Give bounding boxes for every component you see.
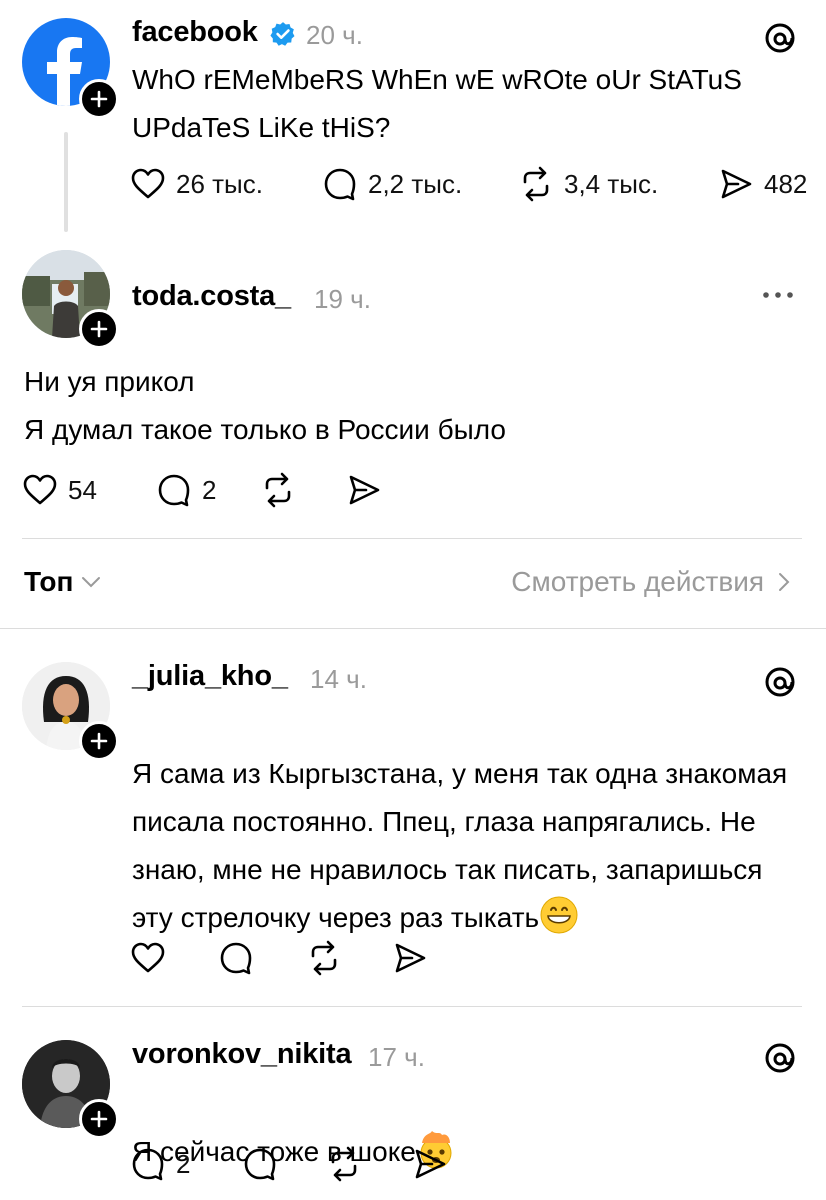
divider [22, 1006, 802, 1007]
send-icon [349, 475, 380, 505]
verified-badge-icon [270, 22, 295, 46]
comment-button[interactable]: 2 [130, 1146, 190, 1182]
repost-count: 3,4 тыс. [564, 168, 659, 199]
comment-icon [158, 474, 190, 507]
comment-username[interactable]: _julia_kho_ [132, 660, 288, 693]
post-time: 20 ч. [306, 20, 363, 50]
reply-username[interactable]: toda.costa_ [132, 280, 291, 313]
repost-icon [331, 1146, 357, 1182]
comment-time: 17 ч. [368, 1042, 425, 1072]
share-button[interactable] [392, 940, 428, 976]
thread-line [64, 132, 68, 232]
follow-plus-button[interactable] [79, 1099, 119, 1139]
heart-icon [23, 474, 57, 505]
send-icon [721, 169, 752, 199]
heart-icon [131, 168, 165, 199]
chevron-right-icon [779, 573, 790, 591]
sort-dropdown[interactable]: Топ [24, 566, 101, 598]
share-button[interactable]: 482 [718, 166, 807, 202]
comment-button[interactable] [218, 940, 254, 976]
repost-button[interactable] [260, 472, 296, 508]
comment-time: 14 ч. [310, 664, 367, 694]
comment-button[interactable] [242, 1146, 278, 1182]
like-button[interactable] [130, 940, 166, 976]
comment-username[interactable]: voronkov_nikita [132, 1038, 352, 1071]
view-activity-link[interactable]: Смотреть действия [511, 566, 790, 598]
post-text: WhO rEMeMbeRS WhEn wE wROte oUr StATuS U… [132, 64, 742, 143]
like-button[interactable]: 54 [22, 472, 97, 508]
more-options-icon[interactable] [760, 289, 796, 301]
repost-button[interactable] [326, 1146, 362, 1182]
follow-plus-button[interactable] [79, 309, 119, 349]
threads-icon[interactable] [762, 20, 798, 56]
like-count: 54 [68, 474, 97, 505]
heart-icon [131, 942, 165, 973]
chevron-down-icon [82, 577, 101, 588]
comment-icon [132, 1148, 164, 1181]
threads-icon[interactable] [762, 1040, 798, 1076]
share-button[interactable] [346, 472, 382, 508]
comment-text-block: Я сейчас тоже в шоке [132, 1080, 802, 1176]
sort-label: Топ [24, 566, 74, 597]
comment-button[interactable]: 2,2 тыс. [322, 166, 462, 202]
share-count: 482 [764, 168, 808, 199]
repost-icon [311, 940, 337, 976]
reply-time: 19 ч. [314, 284, 371, 314]
comment-icon [220, 942, 252, 975]
share-button[interactable] [412, 1146, 448, 1182]
comment-count: 2 [176, 1148, 191, 1179]
comment-text: Я сама из Кыргызстана, у меня так одна з… [132, 758, 788, 933]
comment-count: 2 [202, 474, 217, 505]
grinning-face-emoji-icon [540, 896, 578, 934]
follow-plus-button[interactable] [79, 721, 119, 761]
comment-count: 2,2 тыс. [368, 168, 463, 199]
reply-text: Ни уя прикол Я думал такое только в Росс… [24, 366, 506, 445]
view-activity-label: Смотреть действия [511, 566, 764, 597]
like-button[interactable]: 26 тыс. [130, 166, 263, 202]
divider [0, 628, 826, 629]
repost-icon [265, 472, 291, 508]
comment-text-block: Я сама из Кыргызстана, у меня так одна з… [132, 702, 802, 942]
post-username[interactable]: facebook [132, 16, 258, 49]
comment-button[interactable]: 2 [156, 472, 216, 508]
threads-icon[interactable] [762, 664, 798, 700]
repost-icon [523, 166, 549, 202]
divider [22, 538, 802, 539]
like-count: 26 тыс. [176, 168, 263, 199]
send-icon [415, 1149, 446, 1179]
send-icon [395, 943, 426, 973]
repost-button[interactable]: 3,4 тыс. [518, 166, 658, 202]
comment-icon [324, 168, 356, 201]
follow-plus-button[interactable] [79, 79, 119, 119]
comment-icon [244, 1148, 276, 1181]
repost-button[interactable] [306, 940, 342, 976]
